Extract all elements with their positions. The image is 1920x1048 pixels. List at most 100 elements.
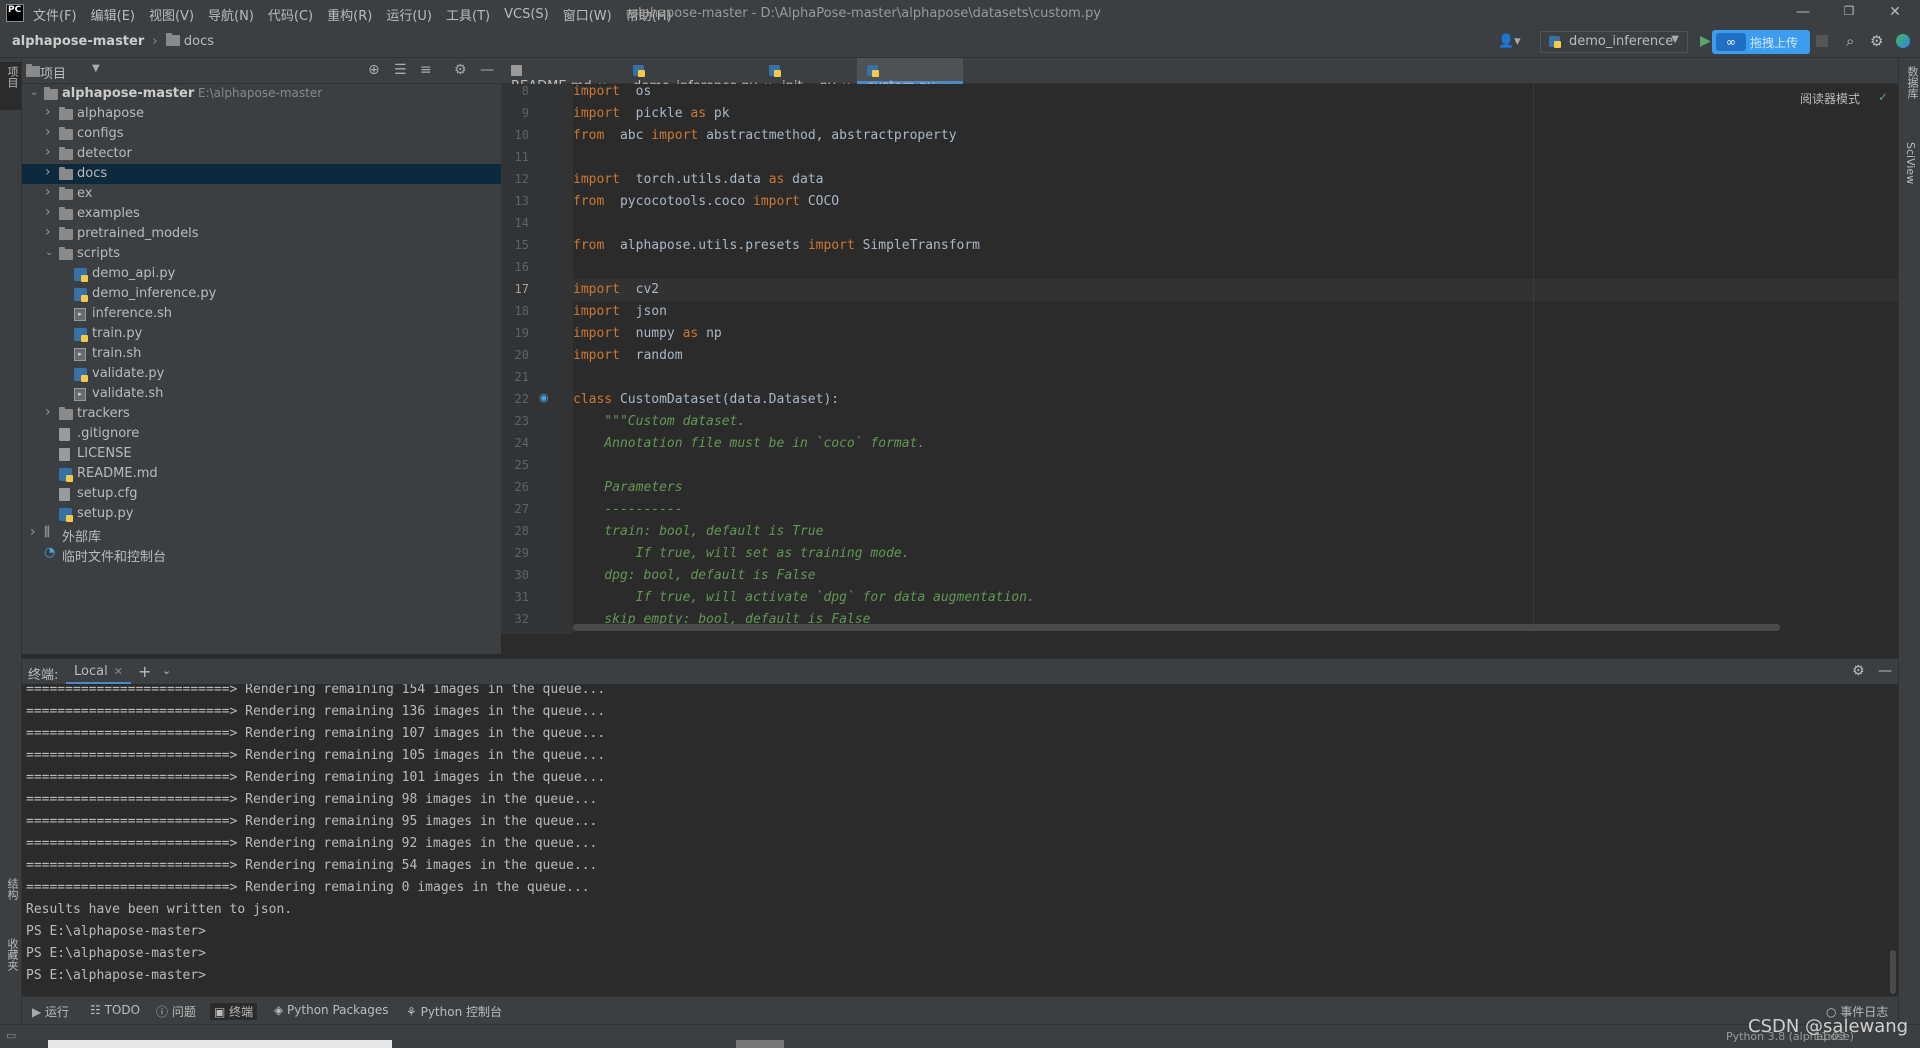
close-icon[interactable]: ✕ bbox=[114, 665, 123, 678]
gear-icon[interactable]: ⚙ bbox=[454, 62, 467, 78]
upload-button[interactable]: ∞ 拖拽上传 bbox=[1712, 30, 1810, 54]
close-button[interactable]: ✕ bbox=[1880, 4, 1910, 20]
tree-item[interactable]: ▸ train.sh bbox=[22, 344, 501, 364]
chevron-right-icon[interactable]: › bbox=[45, 404, 51, 420]
run-config-select[interactable]: demo_inference ▼ bbox=[1540, 31, 1688, 53]
tree-item[interactable]: ▸ validate.sh bbox=[22, 384, 501, 404]
chevron-down-icon[interactable]: ⌄ bbox=[45, 247, 53, 258]
code-editor[interactable]: import os import pickle as pk from abc imp… bbox=[573, 84, 1898, 634]
maximize-button[interactable]: ❐ bbox=[1834, 4, 1864, 18]
chevron-right-icon[interactable]: › bbox=[45, 184, 51, 200]
code-token: pk bbox=[706, 106, 730, 121]
todo-tool-button[interactable]: ☷ TODO bbox=[90, 1003, 140, 1017]
chevron-right-icon[interactable]: › bbox=[45, 224, 51, 240]
search-icon[interactable]: ⌕ bbox=[1846, 32, 1854, 50]
layout-icon[interactable]: ▭ bbox=[6, 1029, 16, 1042]
expand-all-icon[interactable]: ☰ bbox=[394, 62, 407, 78]
menu-item[interactable]: 文件(F) bbox=[33, 5, 77, 24]
menu-item[interactable]: 工具(T) bbox=[446, 5, 490, 24]
tab-custom-py[interactable]: custom.py✕ bbox=[857, 58, 963, 94]
reader-mode-label[interactable]: 阅读器模式 bbox=[1800, 90, 1860, 107]
run-icon[interactable]: ▶ bbox=[1700, 33, 1711, 49]
collapse-all-icon[interactable]: ≡ bbox=[420, 62, 432, 78]
chevron-right-icon[interactable]: › bbox=[45, 164, 51, 180]
folder-icon bbox=[59, 227, 73, 240]
structure-tool-tab[interactable]: 结构 bbox=[4, 878, 20, 900]
chevron-down-icon[interactable]: ⌄ bbox=[162, 664, 171, 677]
jetbrains-icon[interactable] bbox=[1896, 34, 1910, 48]
chevron-right-icon[interactable]: › bbox=[45, 124, 51, 140]
user-icon[interactable]: 👤▾ bbox=[1498, 34, 1521, 49]
tree-item[interactable]: › trackers bbox=[22, 404, 501, 424]
menu-item[interactable]: 窗口(W) bbox=[563, 5, 612, 24]
python-packages-tool-button[interactable]: ◈ Python Packages bbox=[274, 1003, 388, 1017]
menu-item[interactable]: 视图(V) bbox=[149, 5, 194, 24]
tree-item[interactable]: ◔ 临时文件和控制台 bbox=[22, 544, 501, 565]
project-tree: ⌄ alphapose-master E:\alphapose-master › alp… bbox=[22, 84, 501, 654]
chevron-right-icon[interactable]: › bbox=[45, 204, 51, 220]
tree-item[interactable]: LICENSE bbox=[22, 444, 501, 464]
hide-icon[interactable]: — bbox=[480, 62, 494, 78]
gear-icon[interactable]: ⚙ bbox=[1852, 663, 1865, 679]
tree-item[interactable]: › ⫼ 外部库 bbox=[22, 524, 501, 545]
locate-icon[interactable]: ⊕ bbox=[368, 62, 380, 78]
tree-item[interactable]: ▸ inference.sh bbox=[22, 304, 501, 324]
tree-item-label: alphapose bbox=[77, 106, 145, 121]
chevron-right-icon[interactable]: › bbox=[45, 104, 51, 120]
menu-item[interactable]: 编辑(E) bbox=[91, 5, 135, 24]
favorites-tool-tab[interactable]: 收藏夹 bbox=[4, 938, 20, 971]
gear-icon[interactable]: ⚙ bbox=[1870, 32, 1883, 50]
tab-readme-md[interactable]: README.md✕ bbox=[501, 58, 623, 94]
chevron-down-icon[interactable]: ⌄ bbox=[30, 87, 38, 98]
tab-demo-inference-py[interactable]: demo_inference.py✕ bbox=[623, 58, 773, 94]
stop-icon[interactable] bbox=[1816, 35, 1828, 47]
tree-item[interactable]: demo_api.py bbox=[22, 264, 501, 284]
tree-item[interactable]: › pretrained_models bbox=[22, 224, 501, 244]
sciview-tool-tab[interactable]: SciView bbox=[1904, 142, 1917, 184]
tree-item[interactable]: ⌄ scripts bbox=[22, 244, 501, 264]
run-label: 运行 bbox=[45, 1005, 70, 1019]
project-tool-tab[interactable]: 项目 bbox=[4, 66, 20, 88]
plus-icon[interactable]: + bbox=[138, 662, 151, 681]
tree-item[interactable]: README.md bbox=[22, 464, 501, 484]
run-tool-button[interactable]: ▶ 运行 bbox=[32, 1003, 69, 1020]
chevron-right-icon[interactable]: › bbox=[30, 524, 36, 540]
breadcrumb-folder[interactable]: docs bbox=[184, 34, 214, 49]
tree-item[interactable]: › alphapose bbox=[22, 104, 501, 124]
database-tool-tab[interactable]: 数据库 bbox=[1904, 66, 1920, 99]
menu-item[interactable]: 运行(U) bbox=[386, 5, 432, 24]
menu-item[interactable]: 重构(R) bbox=[327, 5, 372, 24]
override-marker-icon[interactable]: ◉ bbox=[539, 391, 549, 404]
tree-item[interactable]: › docs bbox=[22, 164, 501, 184]
tree-item[interactable]: train.py bbox=[22, 324, 501, 344]
code-token: np bbox=[698, 326, 722, 341]
tab---init---py[interactable]: __init__.py✕ bbox=[759, 58, 857, 94]
menu-item[interactable]: 导航(N) bbox=[208, 5, 254, 24]
chevron-right-icon[interactable]: › bbox=[45, 144, 51, 160]
python-console-tool-button[interactable]: ⚘ Python 控制台 bbox=[406, 1003, 502, 1020]
chevron-down-icon[interactable]: ▼ bbox=[92, 63, 100, 74]
code-token: as bbox=[768, 172, 785, 187]
tree-item[interactable]: validate.py bbox=[22, 364, 501, 384]
terminal-scrollbar[interactable] bbox=[1890, 950, 1896, 994]
tree-item[interactable]: setup.cfg bbox=[22, 484, 501, 504]
tree-item[interactable]: ⌄ alphapose-master E:\alphapose-master bbox=[22, 84, 501, 104]
menu-item[interactable]: 代码(C) bbox=[268, 5, 313, 24]
problems-tool-button[interactable]: ⓘ 问题 bbox=[156, 1003, 196, 1020]
hide-icon[interactable]: — bbox=[1878, 663, 1892, 679]
tree-item[interactable]: .gitignore bbox=[22, 424, 501, 444]
breadcrumb-project[interactable]: alphapose-master bbox=[12, 34, 144, 49]
tree-item[interactable]: › detector bbox=[22, 144, 501, 164]
horizontal-scrollbar[interactable] bbox=[573, 624, 1780, 631]
terminal-tool-button[interactable]: ▣ 终端 bbox=[210, 1003, 258, 1020]
terminal-output[interactable]: ==========================> Rendering re… bbox=[22, 684, 1898, 996]
tree-item[interactable]: › ex bbox=[22, 184, 501, 204]
tree-item[interactable]: demo_inference.py bbox=[22, 284, 501, 304]
menu-item[interactable]: VCS(S) bbox=[504, 7, 549, 22]
tree-item[interactable]: › configs bbox=[22, 124, 501, 144]
tree-item[interactable]: › examples bbox=[22, 204, 501, 224]
tab-terminal-local[interactable]: Local ✕ bbox=[66, 659, 131, 685]
tree-item[interactable]: setup.py bbox=[22, 504, 501, 524]
project-panel-title[interactable]: 项目 bbox=[40, 63, 66, 82]
minimize-button[interactable]: — bbox=[1788, 4, 1818, 20]
